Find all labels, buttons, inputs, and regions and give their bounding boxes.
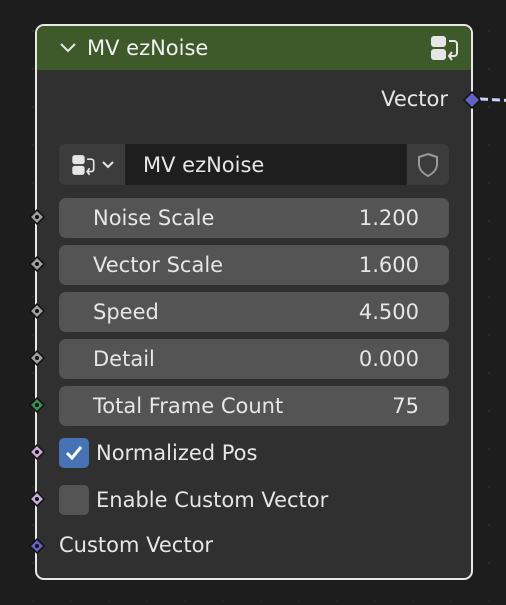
browse-node-group-button[interactable] [59, 144, 126, 185]
vector-scale-field[interactable]: Vector Scale 1.600 [59, 245, 449, 285]
input-socket-detail[interactable] [29, 350, 45, 366]
checkbox-label: Enable Custom Vector [96, 488, 329, 512]
normalized-pos-checkbox[interactable] [59, 438, 89, 468]
total-frame-count-field[interactable]: Total Frame Count 75 [59, 386, 449, 426]
node-group-selector[interactable]: MV ezNoise [59, 144, 449, 185]
custom-vector-label: Custom Vector [59, 533, 214, 557]
field-label: Detail [93, 347, 155, 371]
field-value: 1.600 [358, 253, 419, 277]
node-group-name-field[interactable]: MV ezNoise [126, 144, 406, 185]
checkbox-label: Normalized Pos [96, 441, 258, 465]
fake-user-button[interactable] [406, 144, 449, 185]
output-vector-label: Vector [381, 87, 448, 111]
input-socket-speed[interactable] [29, 303, 45, 319]
enable-custom-vector-checkbox[interactable] [59, 485, 89, 515]
input-socket-enable-custom-vector[interactable] [29, 491, 45, 507]
input-socket-total-frame-count[interactable] [29, 397, 45, 413]
node-header[interactable]: MV ezNoise [37, 26, 471, 70]
chevron-down-icon[interactable] [59, 42, 77, 54]
input-socket-vector-scale[interactable] [29, 256, 45, 272]
node-title: MV ezNoise [87, 36, 209, 60]
field-label: Noise Scale [93, 206, 215, 230]
normalized-pos-row[interactable]: Normalized Pos [59, 437, 257, 469]
checkmark-icon [65, 446, 83, 461]
chevron-down-icon [102, 160, 114, 168]
input-socket-noise-scale[interactable] [29, 209, 45, 225]
field-value: 75 [392, 394, 419, 418]
node-group-icon[interactable] [427, 33, 461, 63]
input-socket-normalized-pos[interactable] [29, 444, 45, 460]
field-value: 0.000 [358, 347, 419, 371]
output-vector-socket[interactable] [463, 91, 481, 109]
field-value: 4.500 [358, 300, 419, 324]
enable-custom-vector-row[interactable]: Enable Custom Vector [59, 484, 328, 516]
noise-scale-field[interactable]: Noise Scale 1.200 [59, 198, 449, 238]
field-value: 1.200 [358, 206, 419, 230]
field-label: Speed [93, 300, 159, 324]
speed-field[interactable]: Speed 4.500 [59, 292, 449, 332]
field-label: Vector Scale [93, 253, 224, 277]
output-wire [480, 97, 506, 102]
shield-icon [418, 152, 438, 177]
field-label: Total Frame Count [93, 394, 284, 418]
detail-field[interactable]: Detail 0.000 [59, 339, 449, 379]
input-socket-custom-vector[interactable] [29, 538, 45, 554]
node-group-icon [72, 154, 95, 175]
